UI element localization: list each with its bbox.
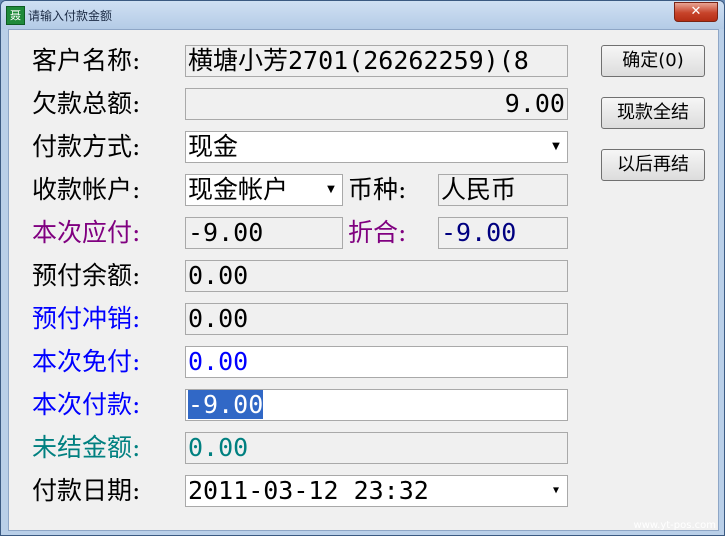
currency-field: 人民币 xyxy=(438,174,568,206)
payment-method-value: 现金 xyxy=(188,132,239,161)
payment-value: -9.00 xyxy=(188,390,264,419)
prepaid-balance-field: 0.00 xyxy=(185,260,568,292)
receiving-account-select[interactable]: 现金帐户 ▼ xyxy=(185,174,343,206)
app-icon: 聂 xyxy=(6,6,25,25)
prepaid-balance-label: 预付余额: xyxy=(32,261,141,290)
chevron-down-icon[interactable]: ▼ xyxy=(546,133,566,161)
close-button[interactable]: ✕ xyxy=(674,2,718,22)
settle-later-button[interactable]: 以后再结 xyxy=(601,149,705,181)
converted-field: -9.00 xyxy=(438,217,568,249)
amount-due-label: 本次应付: xyxy=(32,218,141,247)
chevron-down-icon[interactable]: ▼ xyxy=(546,477,566,505)
waived-input[interactable]: 0.00 xyxy=(185,346,568,378)
currency-label: 币种: xyxy=(348,175,407,204)
payment-date-picker[interactable]: 2011-03-12 23:32 ▼ xyxy=(185,475,568,507)
chevron-down-icon[interactable]: ▼ xyxy=(321,176,341,204)
unsettled-label: 未结金额: xyxy=(32,433,141,462)
window-title: 请输入付款金额 xyxy=(28,9,113,23)
total-owed-label: 欠款总额: xyxy=(32,89,141,118)
payment-method-label: 付款方式: xyxy=(32,132,141,161)
watermark: www.yt-pos.com xyxy=(633,520,716,531)
payment-input[interactable]: -9.00 xyxy=(185,389,568,421)
receiving-account-value: 现金帐户 xyxy=(188,175,289,204)
confirm-button[interactable]: 确定(0) xyxy=(601,45,705,77)
payment-label: 本次付款: xyxy=(32,390,141,419)
dialog-body: 客户名称: 横塘小芳2701(26262259)(8 欠款总额: 9.00 付款… xyxy=(8,29,719,531)
payment-method-select[interactable]: 现金 ▼ xyxy=(185,131,568,163)
receiving-account-label: 收款帐户: xyxy=(32,175,141,204)
payment-date-label: 付款日期: xyxy=(32,476,141,505)
settle-cash-button[interactable]: 现款全结 xyxy=(601,97,705,129)
customer-name-label: 客户名称: xyxy=(32,46,141,75)
payment-date-value: 2011-03-12 23:32 xyxy=(188,476,429,505)
amount-due-field: -9.00 xyxy=(185,217,343,249)
unsettled-field: 0.00 xyxy=(185,432,568,464)
title-bar[interactable]: 聂 请输入付款金额 ✕ xyxy=(1,1,724,29)
total-owed-field: 9.00 xyxy=(185,88,568,120)
prepaid-offset-field: 0.00 xyxy=(185,303,568,335)
customer-name-field: 横塘小芳2701(26262259)(8 xyxy=(185,45,568,77)
payment-dialog: 聂 请输入付款金额 ✕ 客户名称: 横塘小芳2701(26262259)(8 欠… xyxy=(0,0,725,536)
converted-label: 折合: xyxy=(348,218,407,247)
waived-label: 本次免付: xyxy=(32,347,141,376)
prepaid-offset-label: 预付冲销: xyxy=(32,304,141,333)
